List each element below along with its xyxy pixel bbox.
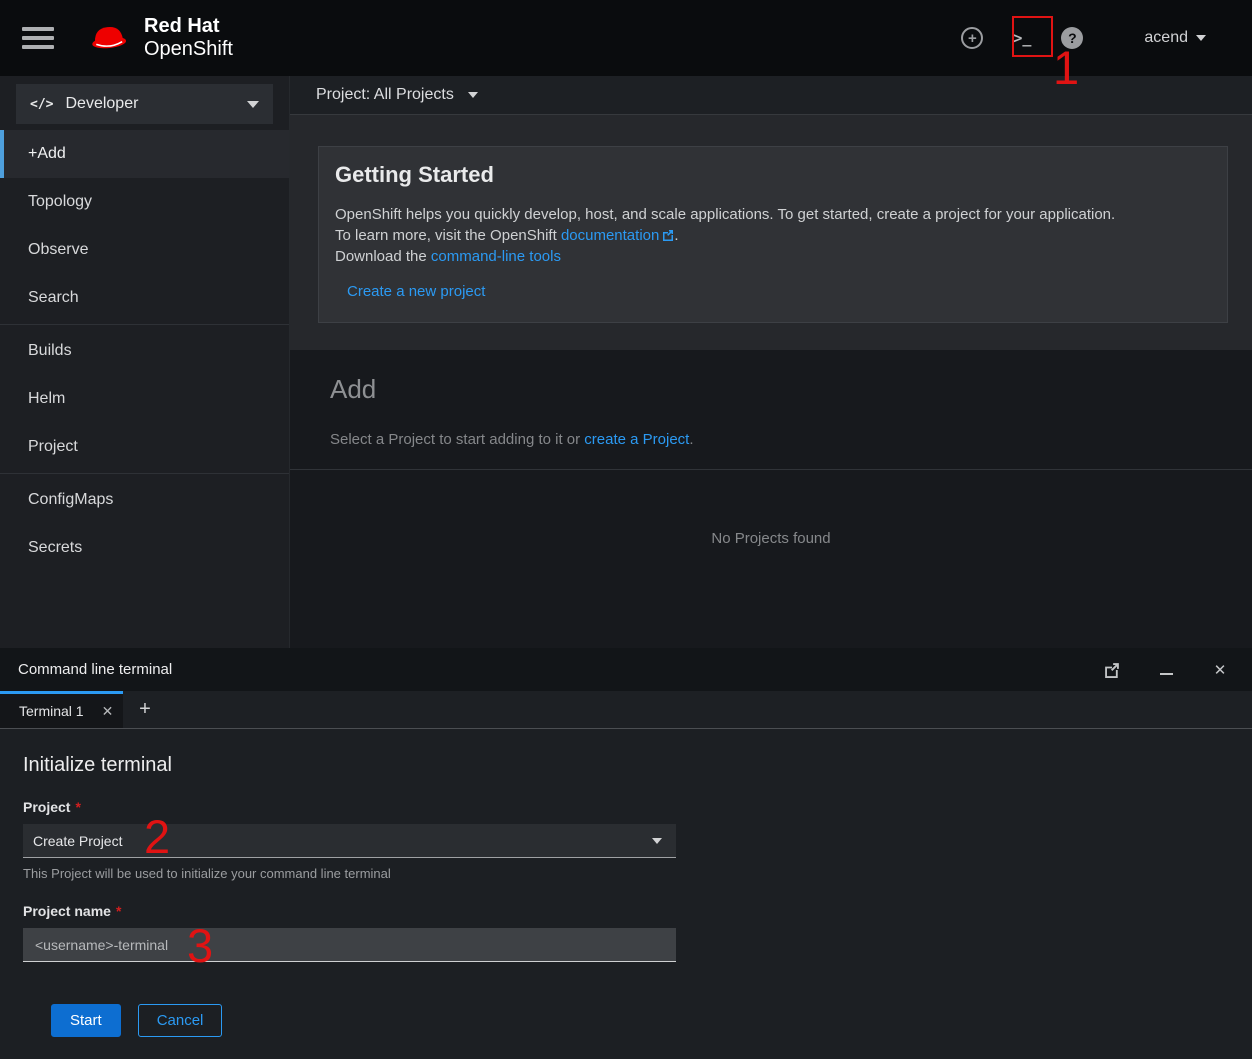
getting-started-line1: OpenShift helps you quickly develop, hos…	[335, 204, 1211, 225]
code-icon: </>	[30, 97, 53, 112]
add-tab-button[interactable]: +	[123, 691, 167, 728]
create-new-project-link[interactable]: Create a new project	[347, 283, 485, 300]
terminal-icon[interactable]: >_	[1010, 26, 1034, 50]
sidebar: </> Developer +Add Topology Observe Sear…	[0, 76, 290, 648]
line2-suffix: .	[674, 227, 678, 244]
sidebar-item-secrets[interactable]: Secrets	[0, 524, 289, 572]
section-divider	[290, 469, 1252, 470]
sidebar-item-observe[interactable]: Observe	[0, 226, 289, 274]
openshift-console: Red Hat OpenShift + >_ ? acend </>	[0, 0, 1252, 1059]
getting-started-section: Getting Started OpenShift helps you quic…	[290, 115, 1252, 350]
sidebar-divider	[0, 324, 289, 325]
project-select-value: Create Project	[33, 833, 122, 849]
add-subtitle-prefix: Select a Project to start adding to it o…	[330, 431, 584, 448]
sidebar-item-builds[interactable]: Builds	[0, 327, 289, 375]
tab-terminal-1-label: Terminal 1	[19, 703, 84, 719]
getting-started-card: Getting Started OpenShift helps you quic…	[318, 146, 1228, 323]
terminal-init-form: Initialize terminal Project * Create Proj…	[0, 729, 1252, 1037]
project-label-text: Project	[23, 799, 70, 815]
open-in-new-window-icon[interactable]	[1102, 660, 1122, 680]
sidebar-divider	[0, 473, 289, 474]
sidebar-item-search[interactable]: Search	[0, 274, 289, 322]
main-content: Project: All Projects Getting Started Op…	[290, 76, 1252, 648]
brand-logo: Red Hat OpenShift	[86, 15, 233, 61]
cli-tools-link[interactable]: command-line tools	[431, 248, 561, 265]
minimize-icon[interactable]	[1156, 660, 1176, 680]
chevron-down-icon	[652, 838, 662, 844]
project-name-label-text: Project name	[23, 903, 111, 919]
line3-prefix: Download the	[335, 248, 431, 265]
project-selector[interactable]: Project: All Projects	[316, 86, 478, 104]
chevron-down-icon	[247, 101, 259, 108]
getting-started-line3: Download the command-line tools	[335, 246, 1211, 267]
perspective-label: Developer	[65, 95, 138, 113]
drawer-header: Command line terminal ✕	[0, 648, 1252, 691]
line2-prefix: To learn more, visit the OpenShift	[335, 227, 561, 244]
external-link-icon	[662, 229, 674, 241]
tab-terminal-1[interactable]: Terminal 1 ✕	[0, 691, 123, 728]
project-selector-label: Project: All Projects	[316, 86, 454, 104]
sidebar-item-configmaps[interactable]: ConfigMaps	[0, 476, 289, 524]
sidebar-item-topology[interactable]: Topology	[0, 178, 289, 226]
quick-create-icon[interactable]: +	[960, 26, 984, 50]
project-select[interactable]: Create Project	[23, 824, 676, 858]
sidebar-item-helm[interactable]: Helm	[0, 375, 289, 423]
help-icon[interactable]: ?	[1060, 26, 1084, 50]
required-asterisk: *	[116, 903, 121, 919]
perspective-switcher[interactable]: </> Developer	[16, 84, 273, 124]
empty-state-message: No Projects found	[290, 530, 1252, 547]
project-name-input[interactable]	[23, 928, 676, 962]
page-title: Add	[330, 374, 1252, 405]
terminal-drawer: Command line terminal ✕ Terminal 1 ✕ + I…	[0, 648, 1252, 1059]
project-field-label: Project *	[23, 799, 1252, 815]
getting-started-title: Getting Started	[335, 162, 1211, 188]
start-button[interactable]: Start	[51, 1004, 121, 1037]
brand-name-line2: OpenShift	[144, 38, 233, 61]
drawer-title: Command line terminal	[18, 661, 172, 678]
sidebar-item-add[interactable]: +Add	[0, 130, 289, 178]
add-subtitle: Select a Project to start adding to it o…	[330, 431, 1252, 448]
create-a-project-link[interactable]: create a Project	[584, 431, 689, 448]
form-heading: Initialize terminal	[23, 754, 1252, 777]
close-tab-icon[interactable]: ✕	[102, 703, 114, 720]
cancel-button[interactable]: Cancel	[138, 1004, 223, 1037]
user-menu[interactable]: acend	[1144, 29, 1206, 47]
sidebar-item-project[interactable]: Project	[0, 423, 289, 471]
sidebar-nav: +Add Topology Observe Search Builds Helm…	[0, 130, 289, 572]
close-drawer-icon[interactable]: ✕	[1210, 660, 1230, 680]
getting-started-line2: To learn more, visit the OpenShift docum…	[335, 225, 1211, 246]
terminal-tab-bar: Terminal 1 ✕ +	[0, 691, 1252, 729]
required-asterisk: *	[75, 799, 80, 815]
redhat-fedora-icon	[86, 21, 132, 55]
brand-name-line1: Red Hat	[144, 15, 233, 38]
documentation-link[interactable]: documentation	[561, 227, 659, 244]
chevron-down-icon	[468, 92, 478, 98]
project-context-bar: Project: All Projects	[290, 76, 1252, 115]
project-helper-text: This Project will be used to initialize …	[23, 866, 1252, 881]
add-page: Add Select a Project to start adding to …	[290, 374, 1252, 547]
chevron-down-icon	[1196, 35, 1206, 41]
user-menu-label: acend	[1144, 29, 1188, 47]
masthead: Red Hat OpenShift + >_ ? acend	[0, 0, 1252, 76]
add-subtitle-suffix: .	[689, 431, 693, 448]
project-name-field-label: Project name *	[23, 903, 1252, 919]
hamburger-menu-icon[interactable]	[22, 27, 54, 49]
